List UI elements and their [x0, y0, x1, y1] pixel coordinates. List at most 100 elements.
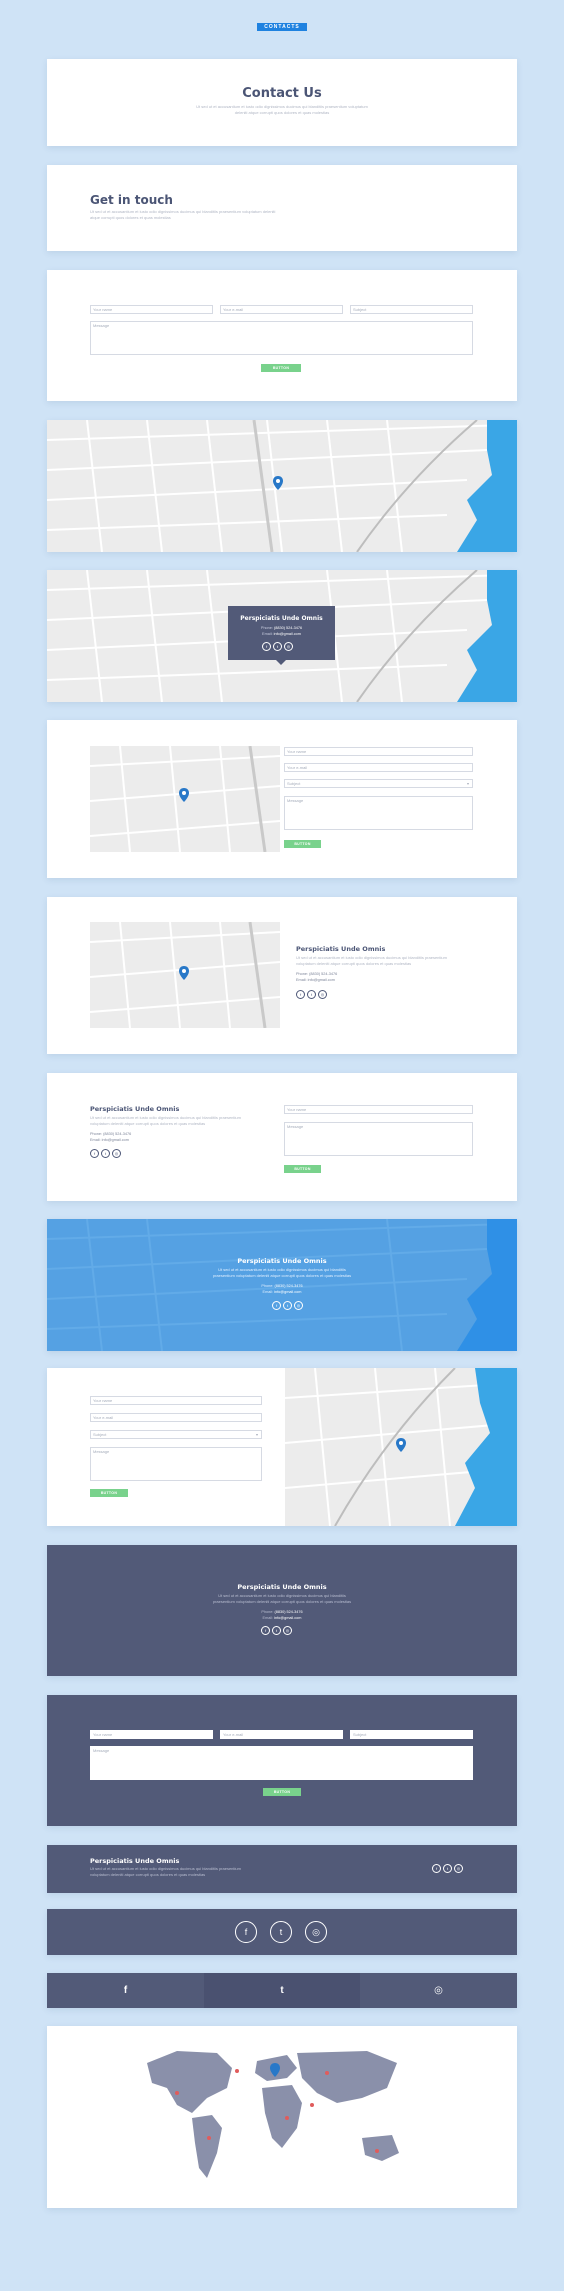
info-box-pointer — [276, 660, 286, 665]
email-label: Email: — [262, 632, 273, 636]
message-field[interactable]: Message — [284, 796, 473, 830]
phone-value: (8830) 524-3476 — [103, 1132, 132, 1136]
submit-button[interactable]: BUTTON — [263, 1788, 301, 1796]
subject-label: Subject — [93, 1432, 107, 1437]
blue-map-section: Perspiciatis Unde Omnis Ut sed ut et acc… — [47, 1219, 517, 1351]
contact-form-section: Your name Your e-mail Subject Message BU… — [47, 270, 517, 401]
facebook-icon[interactable]: f — [261, 1626, 270, 1635]
facebook-icon[interactable]: f — [47, 1973, 204, 2008]
contacts-tag: CONTACTS — [257, 23, 307, 31]
twitter-icon[interactable]: t — [101, 1149, 110, 1158]
subject-select[interactable]: Subject ▾ — [284, 779, 473, 788]
phone-label: Phone: — [90, 1132, 103, 1136]
subject-select[interactable]: Subject ▾ — [90, 1430, 262, 1439]
email-value: info@gmail.com — [307, 978, 335, 982]
details-form-section: Perspiciatis Unde Omnis Ut sed ut et acc… — [47, 1073, 517, 1201]
facebook-icon[interactable]: f — [272, 1301, 281, 1310]
company-name: Perspiciatis Unde Omnis — [240, 615, 323, 622]
get-in-touch-title: Get in touch — [90, 193, 173, 207]
form-map-section: Your name Your e-mail Subject ▾ Message B… — [47, 1368, 517, 1526]
social-circles-section: f t ◎ — [47, 1909, 517, 1955]
twitter-icon[interactable]: t — [272, 1626, 281, 1635]
facebook-icon[interactable]: f — [90, 1149, 99, 1158]
email-label: Email: — [90, 1138, 101, 1142]
map-pin-icon[interactable] — [179, 966, 189, 980]
phone-label: Phone: — [261, 1610, 274, 1614]
chevron-down-icon: ▾ — [255, 1432, 258, 1437]
twitter-icon[interactable]: t — [443, 1864, 452, 1873]
instagram-icon[interactable]: ◎ — [454, 1864, 463, 1873]
instagram-icon[interactable]: ◎ — [305, 1921, 327, 1943]
get-in-touch-text: Ut sed ut et accusantium et iusto odio d… — [90, 209, 276, 220]
twitter-icon[interactable]: t — [283, 1301, 292, 1310]
name-field[interactable]: Your name — [284, 1105, 473, 1114]
instagram-icon[interactable]: ◎ — [284, 642, 293, 651]
email-label: Email: — [296, 978, 307, 982]
submit-button[interactable]: BUTTON — [284, 840, 321, 848]
company-description: Ut sed ut et accusantium et iusto odio d… — [296, 955, 447, 966]
phone-value: (8830) 524-3476 — [274, 626, 303, 630]
map-pin-icon[interactable] — [396, 1438, 406, 1452]
name-field[interactable]: Your name — [284, 747, 473, 756]
email-label: Email: — [262, 1616, 274, 1620]
world-map[interactable] — [137, 2043, 427, 2193]
map[interactable] — [90, 922, 280, 1028]
message-field[interactable]: Message — [284, 1122, 473, 1156]
map-pin-icon[interactable] — [273, 476, 283, 490]
phone-label: Phone: — [296, 972, 309, 976]
twitter-icon[interactable]: t — [307, 990, 316, 999]
phone-label: Phone: — [260, 626, 273, 630]
facebook-icon[interactable]: f — [296, 990, 305, 999]
map-pin-icon[interactable] — [179, 788, 189, 802]
name-field[interactable]: Your name — [90, 305, 213, 314]
chevron-down-icon: ▾ — [466, 781, 469, 786]
email-field[interactable]: Your e-mail — [284, 763, 473, 772]
instagram-icon[interactable]: ◎ — [294, 1301, 303, 1310]
map-section — [47, 420, 517, 552]
company-description: Ut sed ut et accusantium et iusto odio d… — [212, 1593, 352, 1604]
dark-details-section: Perspiciatis Unde Omnis Ut sed ut et acc… — [47, 1545, 517, 1676]
map-details-section: Perspiciatis Unde Omnis Ut sed ut et acc… — [47, 897, 517, 1054]
email-value: info@gmail.com — [101, 1138, 129, 1142]
company-name: Perspiciatis Unde Omnis — [90, 1857, 180, 1865]
phone-value: (8830) 524-3476 — [309, 972, 338, 976]
twitter-icon[interactable]: t — [273, 642, 282, 651]
company-description: Ut sed ut et accusantium et iusto odio d… — [90, 1115, 241, 1126]
email-field[interactable]: Your e-mail — [220, 1730, 343, 1739]
company-description: Ut sed ut et accusantium et iusto odio d… — [90, 1866, 241, 1877]
name-field[interactable]: Your name — [90, 1396, 262, 1405]
submit-button[interactable]: BUTTON — [261, 364, 301, 372]
instagram-icon[interactable]: ◎ — [112, 1149, 121, 1158]
name-field[interactable]: Your name — [90, 1730, 213, 1739]
phone-value: (8830) 524-3476 — [274, 1610, 303, 1614]
subject-field[interactable]: Subject — [350, 305, 473, 314]
map[interactable] — [47, 420, 517, 552]
world-map-section — [47, 2026, 517, 2208]
facebook-icon[interactable]: f — [262, 642, 271, 651]
email-field[interactable]: Your e-mail — [220, 305, 343, 314]
submit-button[interactable]: BUTTON — [284, 1165, 321, 1173]
subject-label: Subject — [287, 781, 301, 786]
email-field[interactable]: Your e-mail — [90, 1413, 262, 1422]
submit-button[interactable]: BUTTON — [90, 1489, 128, 1497]
facebook-icon[interactable]: f — [235, 1921, 257, 1943]
company-name: Perspiciatis Unde Omnis — [237, 1583, 327, 1591]
facebook-icon[interactable]: f — [432, 1864, 441, 1873]
map-info-section: Perspiciatis Unde Omnis Phone: (8830) 52… — [47, 570, 517, 702]
dark-form-section: Your name Your e-mail Subject Message BU… — [47, 1695, 517, 1826]
phone-value: (8830) 524-3476 — [274, 1284, 303, 1288]
message-field[interactable]: Message — [90, 1447, 262, 1481]
instagram-icon[interactable]: ◎ — [360, 1973, 517, 2008]
map[interactable] — [90, 746, 280, 852]
instagram-icon[interactable]: ◎ — [318, 990, 327, 999]
company-name: Perspiciatis Unde Omnis — [296, 945, 386, 953]
twitter-icon[interactable]: t — [204, 1973, 360, 2008]
message-field[interactable]: Message — [90, 321, 473, 355]
company-description: Ut sed ut et accusantium et iusto odio d… — [212, 1267, 352, 1278]
instagram-icon[interactable]: ◎ — [283, 1626, 292, 1635]
map[interactable] — [285, 1368, 517, 1526]
twitter-icon[interactable]: t — [270, 1921, 292, 1943]
message-field[interactable]: Message — [90, 1746, 473, 1780]
email-value: info@gmail.com — [274, 1616, 302, 1620]
subject-field[interactable]: Subject — [350, 1730, 473, 1739]
